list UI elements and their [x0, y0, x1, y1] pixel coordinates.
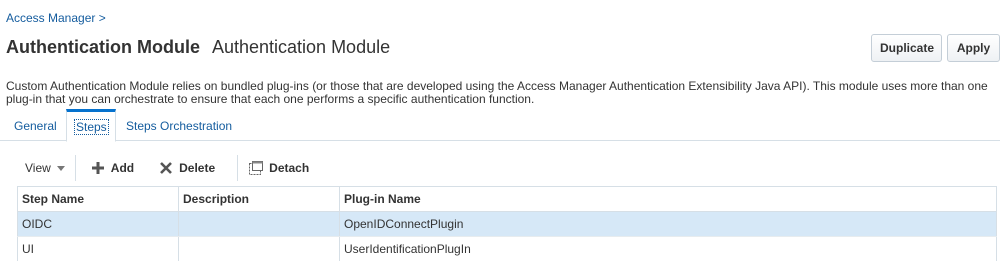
module-description: Custom Authentication Module relies on b…	[6, 79, 988, 106]
table-row[interactable]: OIDC OpenIDConnectPlugin	[17, 211, 997, 237]
page-title: Authentication Module	[6, 37, 200, 57]
tab-steps[interactable]: Steps	[66, 109, 116, 142]
breadcrumb-access-manager-link[interactable]: Access Manager >	[6, 11, 106, 25]
tab-steps-label: Steps	[74, 119, 109, 135]
column-header-plugin-name[interactable]: Plug-in Name	[339, 186, 997, 212]
duplicate-button[interactable]: Duplicate	[871, 34, 942, 62]
detach-button[interactable]: Detach	[237, 155, 309, 181]
column-header-description[interactable]: Description	[178, 186, 340, 212]
tab-steps-orchestration[interactable]: Steps Orchestration	[126, 119, 232, 133]
cell-plugin-name: OpenIDConnectPlugin	[339, 211, 997, 237]
delete-button-label: Delete	[179, 161, 216, 175]
apply-button[interactable]: Apply	[947, 34, 1000, 62]
delete-x-icon	[158, 160, 174, 176]
table-row[interactable]: UI UserIdentificationPlugIn	[17, 236, 997, 261]
detach-button-label: Detach	[269, 161, 310, 175]
cell-plugin-name: UserIdentificationPlugIn	[339, 236, 997, 261]
cell-description	[178, 236, 340, 261]
add-button[interactable]: Add	[90, 155, 134, 181]
plus-icon	[90, 160, 106, 176]
delete-button[interactable]: Delete	[158, 155, 215, 181]
cell-step-name: UI	[17, 236, 179, 261]
cell-step-name: OIDC	[17, 211, 179, 237]
page-subtitle: Authentication Module	[211, 37, 391, 57]
cell-description	[178, 211, 340, 237]
tab-bar: General Steps Steps Orchestration	[0, 109, 1000, 142]
table-header-row: Step Name Description Plug-in Name	[17, 186, 997, 212]
breadcrumb: Access Manager >	[6, 11, 106, 25]
title-row: Authentication Module Authentication Mod…	[6, 37, 390, 58]
tab-general[interactable]: General	[14, 119, 57, 133]
chevron-down-icon	[56, 165, 65, 171]
detach-icon	[248, 160, 264, 176]
column-header-step-name[interactable]: Step Name	[17, 186, 179, 212]
steps-table: Step Name Description Plug-in Name OIDC …	[17, 186, 997, 261]
view-menu-label: View	[25, 161, 51, 175]
view-menu[interactable]: View	[17, 155, 76, 181]
table-toolbar: View Add Delete Detach	[17, 155, 309, 181]
add-button-label: Add	[110, 161, 135, 175]
